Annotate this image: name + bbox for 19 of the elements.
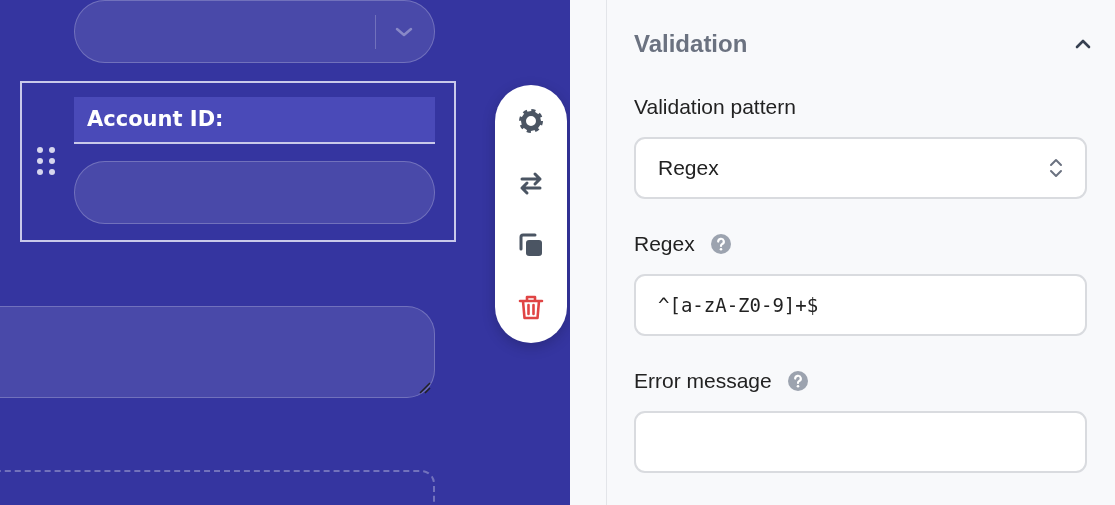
- select-field[interactable]: Regex: [634, 137, 1087, 199]
- field-label: Error message: [634, 369, 772, 393]
- field-label: Regex: [634, 232, 695, 256]
- settings-icon[interactable]: [518, 107, 544, 135]
- input-field[interactable]: ^[a-zA-Z0-9]+$: [634, 274, 1087, 336]
- help-icon[interactable]: [710, 234, 731, 254]
- help-icon[interactable]: [787, 371, 808, 391]
- resize-handle-icon[interactable]: [419, 382, 431, 394]
- field-label[interactable]: Account ID:: [74, 97, 435, 144]
- section-title: Validation: [634, 30, 748, 58]
- trash-icon[interactable]: [518, 293, 544, 321]
- drag-handle-icon[interactable]: [37, 146, 56, 175]
- chevron-up-icon[interactable]: [1074, 38, 1092, 50]
- input-field[interactable]: [634, 411, 1087, 473]
- chevron-down-icon[interactable]: [394, 25, 414, 38]
- copy-icon[interactable]: [518, 231, 544, 259]
- textarea-field[interactable]: [0, 306, 435, 398]
- sort-arrows-icon[interactable]: [1049, 157, 1063, 179]
- field-label: Validation pattern: [634, 95, 796, 119]
